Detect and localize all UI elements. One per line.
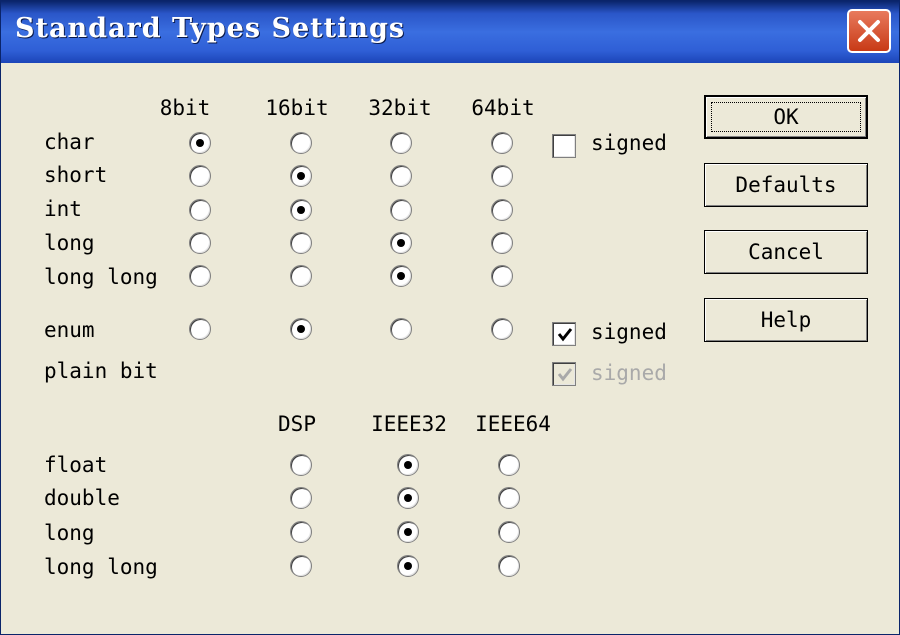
radio-float-long-long-ieee32[interactable] (397, 555, 419, 577)
radio-short-8bit[interactable] (189, 165, 211, 187)
radio-float-long-long-dsp[interactable] (290, 555, 312, 577)
radio-int-32bit[interactable] (390, 199, 412, 221)
radio-int-16bit[interactable] (290, 199, 312, 221)
radio-long-64bit[interactable] (491, 232, 513, 254)
title-bar[interactable]: Standard Types Settings (1, 1, 899, 63)
row-label-long: long (44, 231, 95, 255)
cancel-button[interactable]: Cancel (704, 230, 868, 274)
column-header-8bit: 8bit (159, 96, 211, 120)
close-button[interactable] (847, 9, 891, 53)
window-title: Standard Types Settings (15, 13, 406, 44)
radio-enum-16bit[interactable] (290, 318, 312, 340)
radio-float-long-ieee64[interactable] (498, 521, 520, 543)
radio-long-16bit[interactable] (290, 232, 312, 254)
row-label-char: char (44, 130, 95, 154)
radio-short-32bit[interactable] (390, 165, 412, 187)
help-button-label: Help (760, 308, 812, 332)
radio-float-double-dsp[interactable] (290, 487, 312, 509)
radio-long-long-16bit[interactable] (290, 265, 312, 287)
close-icon (858, 20, 880, 42)
row-label-float-long: long (44, 521, 95, 545)
radio-float-float-ieee64[interactable] (498, 454, 520, 476)
row-label-plain-bit: plain bit (44, 359, 158, 383)
radio-enum-32bit[interactable] (390, 318, 412, 340)
radio-long-long-64bit[interactable] (491, 265, 513, 287)
plain-bit-signed-checkbox (552, 362, 576, 386)
row-label-int: int (44, 197, 82, 221)
radio-long-long-32bit[interactable] (390, 265, 412, 287)
row-label-double: double (44, 486, 120, 510)
radio-float-float-ieee32[interactable] (397, 454, 419, 476)
radio-int-64bit[interactable] (491, 199, 513, 221)
char-signed-label: signed (591, 131, 667, 155)
radio-int-8bit[interactable] (189, 199, 211, 221)
check-icon (557, 328, 573, 342)
radio-float-long-dsp[interactable] (290, 521, 312, 543)
enum-signed-label: signed (591, 320, 667, 344)
column-header-dsp: DSP (278, 412, 316, 436)
row-label-enum: enum (44, 318, 95, 342)
plain-bit-signed-label: signed (591, 361, 667, 385)
radio-float-double-ieee64[interactable] (498, 487, 520, 509)
enum-signed-checkbox[interactable] (552, 322, 576, 346)
radio-long-long-8bit[interactable] (189, 265, 211, 287)
radio-long-32bit[interactable] (390, 232, 412, 254)
column-header-64bit: 64bit (471, 96, 535, 120)
radio-char-64bit[interactable] (491, 132, 513, 154)
row-label-float: float (44, 453, 108, 477)
cancel-button-label: Cancel (748, 240, 824, 264)
help-button[interactable]: Help (704, 298, 868, 342)
column-header-ieee32: IEEE32 (371, 412, 447, 436)
radio-float-double-ieee32[interactable] (397, 487, 419, 509)
radio-char-16bit[interactable] (290, 132, 312, 154)
defaults-button[interactable]: Defaults (704, 163, 868, 207)
column-header-32bit: 32bit (368, 96, 432, 120)
row-label-short: short (44, 163, 108, 187)
defaults-button-label: Defaults (735, 173, 837, 197)
radio-short-16bit[interactable] (290, 165, 312, 187)
ok-button[interactable]: OK (704, 95, 868, 139)
radio-enum-64bit[interactable] (491, 318, 513, 340)
row-label-long-long: long long (44, 265, 158, 289)
radio-short-64bit[interactable] (491, 165, 513, 187)
radio-float-long-ieee32[interactable] (397, 521, 419, 543)
ok-button-label: OK (773, 105, 799, 129)
radio-float-float-dsp[interactable] (290, 454, 312, 476)
column-header-ieee64: IEEE64 (475, 412, 551, 436)
radio-enum-8bit[interactable] (189, 318, 211, 340)
row-label-float-long-long: long long (44, 555, 158, 579)
radio-char-8bit[interactable] (189, 132, 211, 154)
check-icon (557, 368, 573, 382)
char-signed-checkbox[interactable] (552, 134, 576, 158)
column-header-16bit: 16bit (265, 96, 329, 120)
radio-float-long-long-ieee64[interactable] (498, 555, 520, 577)
radio-char-32bit[interactable] (390, 132, 412, 154)
radio-long-8bit[interactable] (189, 232, 211, 254)
